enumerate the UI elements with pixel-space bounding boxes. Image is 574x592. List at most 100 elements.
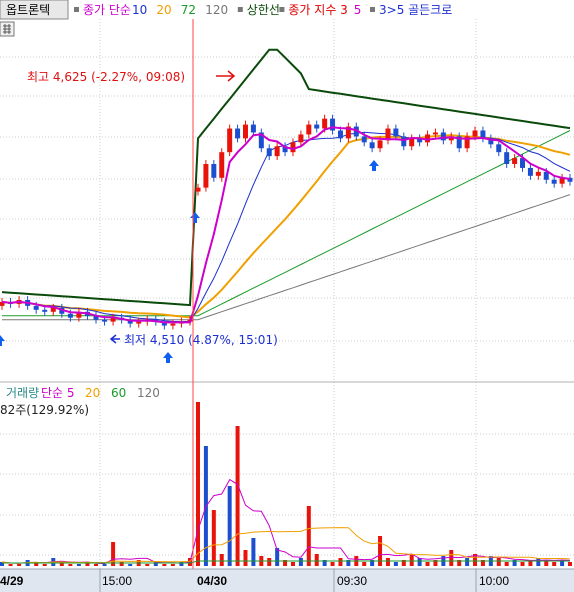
legend-item: 20 <box>156 3 171 17</box>
candle-body <box>496 144 502 153</box>
x-tick-label: 15:00 <box>102 574 132 588</box>
legend-item: 상한선 <box>247 3 280 17</box>
candle-body <box>472 130 478 137</box>
volume-bar <box>409 554 414 566</box>
volume-bar <box>235 426 240 566</box>
candle-body <box>377 140 383 149</box>
volume-bar <box>425 562 430 566</box>
candle-body <box>512 158 518 164</box>
volume-bar <box>227 486 232 566</box>
candle-body <box>527 167 533 176</box>
volume-bar <box>267 558 272 566</box>
candle-body <box>211 164 217 178</box>
volume-bar <box>94 564 98 566</box>
legend: 종가 단순 10 20 72 120 상한선 종가 지수 3 5 3>5 골든크로 <box>74 3 452 17</box>
x-tick-label: 10:00 <box>479 574 509 588</box>
volume-bar <box>465 558 470 566</box>
legend-marker <box>370 7 375 12</box>
x-axis: 4/29 15:00 04/30 09:30 10:00 <box>0 568 574 592</box>
volume-bar <box>128 564 133 566</box>
candle-body <box>203 164 209 188</box>
volume-bar <box>449 550 454 566</box>
grid-glyph <box>3 24 11 34</box>
volume-bar <box>290 562 295 566</box>
volume-bar <box>68 564 73 566</box>
stock-chart: 옵트론텍 종가 단순 10 20 72 120 상한선 종가 지수 3 5 3>5 골든크로 최… <box>0 0 574 592</box>
stock-name: 옵트론텍 <box>6 3 50 17</box>
candle-body <box>440 132 446 141</box>
legend-item: 종가 지수 3 <box>288 3 347 17</box>
candle-body <box>401 136 407 147</box>
volume-bar <box>76 564 81 566</box>
legend-marker <box>237 7 243 12</box>
volume-bar <box>330 562 335 566</box>
candle-body <box>102 319 108 322</box>
candle-body <box>306 124 312 135</box>
volume-bar <box>243 550 248 566</box>
candle-body <box>274 146 280 157</box>
candle-body <box>242 124 248 139</box>
legend-item: 72 <box>181 3 196 17</box>
candle-body <box>42 309 48 312</box>
candle-body <box>337 130 343 139</box>
volume-bar <box>111 542 116 566</box>
high-label: 최고 4,625 (-2.27%, 09:08) <box>27 70 185 84</box>
candle-body <box>535 171 541 176</box>
volume-bar <box>496 558 501 566</box>
volume-legend-item: 20 <box>85 386 100 400</box>
volume-bar <box>17 564 22 566</box>
volume-bar <box>306 506 311 566</box>
volume-readout: 82주(129.92%) <box>0 403 89 417</box>
volume-bar <box>42 564 47 566</box>
candle-body <box>543 171 549 180</box>
legend-marker <box>279 7 285 12</box>
candle-body <box>170 323 176 326</box>
low-label: 최저 4,510 (4.87%, 15:01) <box>124 333 278 347</box>
x-tick-label: 4/29 <box>0 574 24 588</box>
candle-body <box>195 187 201 192</box>
volume-bar <box>338 558 343 566</box>
volume-bar <box>211 510 216 566</box>
legend-item: 종가 단순 <box>83 3 131 17</box>
candle-body <box>136 321 142 324</box>
volume-bar <box>520 562 525 566</box>
volume-bar <box>251 538 256 566</box>
candle-body <box>266 148 272 157</box>
legend-item: 120 <box>205 3 228 17</box>
candle-body <box>219 152 225 178</box>
x-tick-label: 09:30 <box>337 574 367 588</box>
volume-bar <box>219 554 224 566</box>
volume-bar <box>8 564 13 566</box>
x-tick-label: 04/30 <box>197 574 227 588</box>
candle-body <box>235 128 241 139</box>
volume-bar <box>536 558 541 566</box>
volume-bar <box>504 562 509 566</box>
candle-body <box>504 152 510 164</box>
volume-bar <box>162 564 167 566</box>
candle-body <box>409 138 415 147</box>
volume-legend-item: 단순 5 <box>41 386 75 400</box>
volume-bar <box>170 564 175 566</box>
volume-bar <box>145 564 150 566</box>
legend-item: 10 <box>132 3 147 17</box>
volume-legend-item: 60 <box>111 386 126 400</box>
volume-bar <box>385 558 390 566</box>
legend-marker <box>74 7 79 12</box>
volume-bar <box>102 564 107 566</box>
legend-item: 5 <box>354 3 362 17</box>
legend-item: 3>5 골든크로 <box>379 3 452 17</box>
candle-body <box>393 128 399 137</box>
candle-body <box>33 305 39 310</box>
candle-body <box>369 142 375 149</box>
volume-bar <box>552 562 557 566</box>
volume-bar <box>393 562 398 566</box>
volume-bar <box>362 562 367 566</box>
candle-body <box>314 124 320 129</box>
candle-body <box>432 132 438 135</box>
volume-legend-item: 120 <box>137 386 160 400</box>
candle-body <box>551 179 557 184</box>
low-annotation: 최저 4,510 (4.87%, 15:01) <box>109 333 278 347</box>
volume-bar <box>196 402 200 566</box>
candle-body <box>298 134 304 143</box>
candle-body <box>290 142 296 153</box>
